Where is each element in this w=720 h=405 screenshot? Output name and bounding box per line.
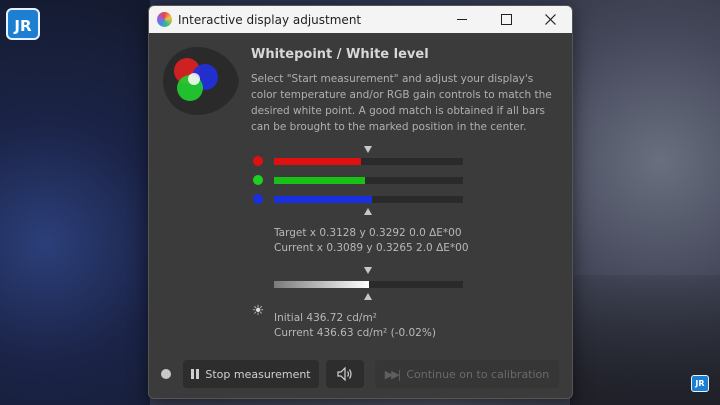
continue-calibration-label: Continue on to calibration — [406, 367, 550, 381]
pause-icon — [191, 369, 200, 379]
minimize-button[interactable] — [440, 6, 484, 33]
continue-calibration-button[interactable]: ▶▶| Continue on to calibration — [375, 360, 559, 388]
green-bar-fill — [274, 177, 365, 184]
title-bar[interactable]: Interactive display adjustment — [149, 6, 572, 33]
luminance-marker-top — [364, 267, 372, 274]
minimize-icon — [457, 19, 467, 20]
status-indicator — [161, 369, 171, 379]
speaker-icon — [337, 367, 352, 381]
target-readout: Target x 0.3128 y 0.3292 0.0 ΔE*00 — [274, 227, 462, 239]
red-dot — [253, 156, 263, 166]
luminance-bar — [274, 281, 463, 288]
watermark-logo-small: JR — [691, 375, 709, 392]
background-left — [0, 0, 150, 405]
skip-forward-icon: ▶▶| — [384, 367, 402, 381]
green-bar — [274, 177, 463, 184]
maximize-button[interactable] — [484, 6, 528, 33]
green-dot — [253, 175, 263, 185]
section-heading: Whitepoint / White level — [251, 47, 429, 62]
sound-toggle-button[interactable] — [326, 360, 364, 388]
luminance-marker-bottom — [364, 293, 372, 300]
luminance-bar-fill — [274, 281, 369, 288]
red-bar-fill — [274, 158, 361, 165]
blue-bar-fill — [274, 196, 373, 203]
brightness-icon: ☀ — [251, 303, 265, 319]
watermark-logo: JR — [6, 8, 40, 40]
close-button[interactable] — [528, 6, 572, 33]
stop-measurement-label: Stop measurement — [205, 367, 311, 381]
maximize-icon — [500, 14, 512, 25]
target-marker-bottom — [364, 208, 372, 215]
window-title: Interactive display adjustment — [178, 12, 362, 27]
current-readout: Current x 0.3089 y 0.3265 2.0 ΔE*00 — [274, 242, 469, 254]
display-adjustment-window: Interactive display adjustment Whitepoin… — [148, 5, 573, 399]
window-content: Whitepoint / White level Select "Start m… — [149, 33, 572, 398]
initial-luminance: Initial 436.72 cd/m² — [274, 312, 377, 324]
instructions-text: Select "Start measurement" and adjust yo… — [251, 73, 552, 133]
red-bar — [274, 158, 463, 165]
app-icon — [157, 12, 172, 27]
close-icon — [544, 14, 556, 25]
target-marker-top — [364, 146, 372, 153]
current-luminance: Current 436.63 cd/m² (-0.02%) — [274, 327, 436, 339]
blue-dot — [253, 194, 263, 204]
rgb-circles-icon — [163, 47, 239, 115]
blue-bar — [274, 196, 463, 203]
stop-measurement-button[interactable]: Stop measurement — [183, 360, 319, 388]
